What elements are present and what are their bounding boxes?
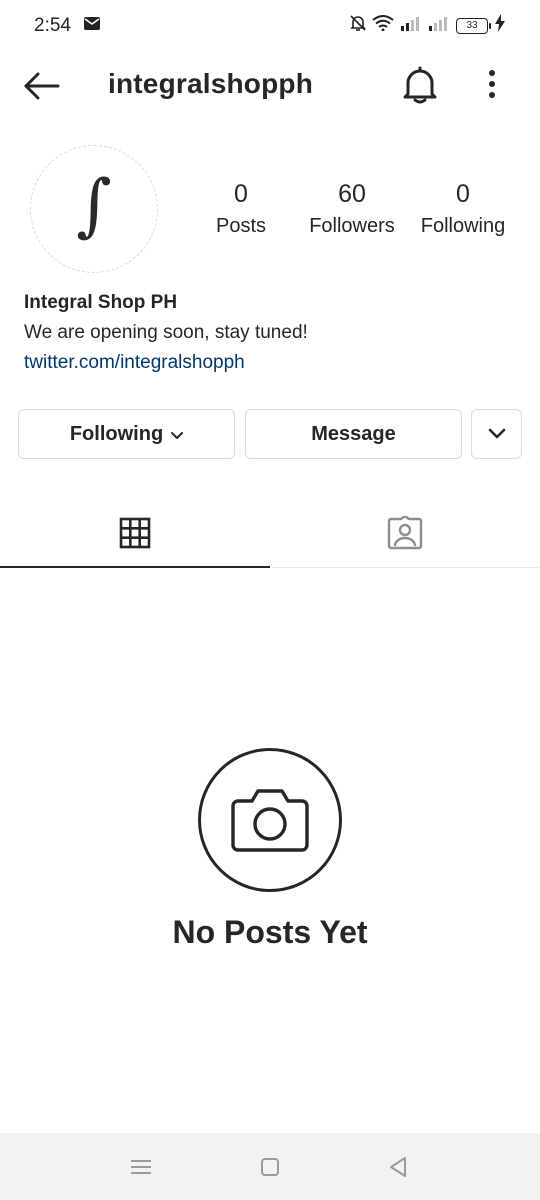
avatar-glyph: ∫ bbox=[76, 166, 112, 245]
notifications-button[interactable] bbox=[402, 64, 438, 104]
following-button-label: Following bbox=[69, 422, 164, 445]
followers-count: 60 bbox=[338, 180, 366, 208]
tab-grid[interactable] bbox=[0, 498, 270, 568]
message-button-label: Message bbox=[311, 422, 396, 445]
camera-icon bbox=[231, 789, 309, 852]
nav-menu-button[interactable] bbox=[121, 1153, 161, 1181]
profile-screen: 2:54 33 integralshopph ∫ 0 Posts 60 Foll… bbox=[0, 0, 540, 1200]
mute-bell-icon bbox=[350, 14, 366, 37]
nav-home-button[interactable] bbox=[250, 1153, 290, 1181]
stat-followers[interactable]: 60 Followers bbox=[302, 180, 402, 238]
back-triangle-icon bbox=[390, 1157, 406, 1177]
bio-link[interactable]: twitter.com/integralshopph bbox=[24, 352, 524, 374]
bell-icon bbox=[403, 66, 437, 104]
charging-icon bbox=[494, 14, 506, 37]
back-arrow-icon bbox=[24, 72, 60, 100]
grid-icon bbox=[119, 517, 151, 549]
menu-icon bbox=[131, 1160, 151, 1174]
chevron-down-icon bbox=[488, 423, 506, 446]
home-square-icon bbox=[261, 1158, 279, 1176]
chevron-down-icon bbox=[171, 423, 184, 446]
following-label: Following bbox=[420, 215, 506, 237]
status-time: 2:54 bbox=[34, 15, 71, 36]
bio-section: Integral Shop PH We are opening soon, st… bbox=[24, 292, 524, 374]
empty-state-circle bbox=[198, 748, 342, 892]
wifi-icon bbox=[372, 15, 394, 36]
nav-back-button[interactable] bbox=[378, 1153, 418, 1181]
posts-count: 0 bbox=[234, 180, 248, 208]
more-vertical-icon bbox=[489, 70, 495, 98]
suggested-accounts-button[interactable] bbox=[471, 409, 522, 459]
tab-divider bbox=[270, 567, 540, 568]
mail-icon bbox=[84, 17, 100, 35]
more-options-button[interactable] bbox=[480, 66, 504, 102]
signal-icon bbox=[400, 15, 422, 36]
avatar[interactable]: ∫ bbox=[30, 145, 158, 273]
battery-icon: 33 bbox=[456, 17, 491, 34]
profile-header: integralshopph bbox=[0, 54, 540, 118]
stat-posts[interactable]: 0 Posts bbox=[200, 180, 282, 238]
following-button[interactable]: Following bbox=[18, 409, 235, 459]
profile-tabs bbox=[0, 498, 540, 568]
bio-text: We are opening soon, stay tuned! bbox=[24, 322, 308, 343]
active-tab-indicator bbox=[0, 566, 270, 568]
status-bar: 2:54 33 bbox=[0, 0, 540, 54]
following-count: 0 bbox=[456, 180, 470, 208]
page-title: integralshopph bbox=[108, 68, 314, 99]
empty-state-title: No Posts Yet bbox=[172, 914, 368, 950]
posts-label: Posts bbox=[215, 215, 267, 237]
status-icons: 33 bbox=[350, 14, 506, 37]
profile-name: Integral Shop PH bbox=[24, 292, 178, 313]
stat-following[interactable]: 0 Following bbox=[414, 180, 512, 238]
back-button[interactable] bbox=[22, 68, 62, 104]
message-button[interactable]: Message bbox=[245, 409, 462, 459]
followers-label: Followers bbox=[309, 215, 395, 237]
signal-icon-2 bbox=[428, 15, 450, 36]
system-nav-bar bbox=[0, 1133, 540, 1200]
tab-tagged[interactable] bbox=[270, 498, 540, 568]
tagged-person-icon bbox=[387, 516, 423, 550]
